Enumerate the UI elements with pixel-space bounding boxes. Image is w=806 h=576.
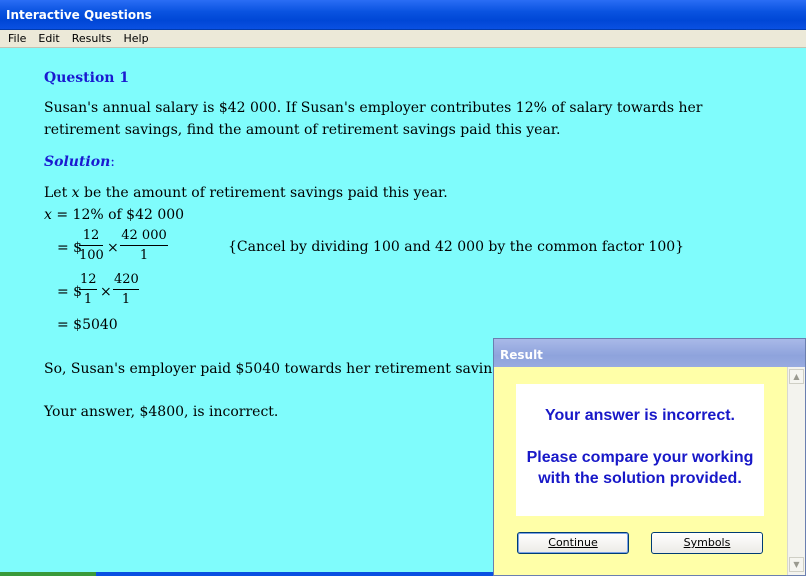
equation-rest: = 12% of $42 000 [51, 207, 185, 223]
solution-heading: Solution [44, 154, 111, 170]
scroll-down-icon[interactable]: ▼ [789, 557, 804, 572]
solution-heading-colon: : [110, 154, 115, 170]
result-message-compare-line2: with the solution provided. [538, 470, 742, 487]
taskbar-start-strip [0, 572, 96, 576]
menu-bar: File Edit Results Help [0, 30, 806, 48]
answer-feedback: Your answer, $4800, is incorrect. [44, 404, 279, 420]
step1-cancel-note: {Cancel by dividing 100 and 42 000 by th… [228, 239, 685, 255]
result-message-incorrect: Your answer is incorrect. [545, 407, 735, 424]
question-text-line2: retirement savings, find the amount of r… [44, 122, 561, 138]
step2-fraction-1-denominator: 1 [83, 292, 93, 307]
solution-let-line: Let x be the amount of retirement saving… [44, 184, 448, 202]
step1-fraction-2: 42 000 1 [120, 228, 168, 264]
menu-results[interactable]: Results [66, 31, 118, 47]
title-bar: Interactive Questions [0, 0, 806, 30]
continue-button[interactable]: Continue [517, 532, 629, 554]
solution-heading-row: Solution: [44, 153, 115, 171]
solution-equation-line: x = 12% of $42 000 [44, 206, 184, 224]
dialog-scrollbar[interactable]: ▲ ▼ [787, 367, 805, 575]
let-prefix: Let [44, 185, 72, 201]
step1-times-sign: × [107, 240, 119, 256]
question-text-line1: Susan's annual salary is $42 000. If Sus… [44, 100, 703, 116]
continue-button-label: Continue [548, 536, 598, 549]
result-dialog: Result ▲ ▼ Your answer is incorrect. Ple… [493, 338, 806, 576]
solution-conclusion: So, Susan's employer paid $5040 towards … [44, 361, 532, 377]
step2-fraction-2: 420 1 [113, 272, 139, 308]
step3-result: = $5040 [57, 317, 118, 333]
step1-fraction-1-denominator: 100 [79, 248, 104, 263]
scroll-up-icon[interactable]: ▲ [789, 369, 804, 384]
question-heading: Question 1 [44, 70, 130, 86]
step1-fraction-1: 12 100 [79, 228, 104, 264]
step1-fraction-1-numerator: 12 [79, 228, 103, 246]
step2-fraction-2-numerator: 420 [113, 272, 139, 290]
result-message-panel: Your answer is incorrect. Please compare… [516, 384, 764, 516]
let-variable: x [71, 185, 80, 201]
symbols-button[interactable]: Symbols [651, 532, 763, 554]
menu-help[interactable]: Help [117, 31, 154, 47]
dialog-title: Result [500, 348, 543, 362]
menu-file[interactable]: File [2, 31, 32, 47]
step1-fraction-2-numerator: 42 000 [120, 228, 168, 246]
step2-fraction-1: 12 1 [79, 272, 97, 308]
equation-variable: x [44, 207, 52, 223]
step1-fraction-2-denominator: 1 [139, 248, 149, 263]
symbols-button-label: Symbols [683, 536, 731, 549]
dialog-title-bar[interactable]: Result [494, 339, 805, 367]
step2-times-sign: × [100, 284, 112, 300]
result-message-compare-line1: Please compare your working [526, 449, 754, 466]
step2-fraction-1-numerator: 12 [79, 272, 97, 290]
let-suffix: be the amount of retirement savings paid… [79, 185, 448, 201]
menu-edit[interactable]: Edit [32, 31, 65, 47]
step2-fraction-2-denominator: 1 [121, 292, 131, 307]
window-title: Interactive Questions [6, 8, 152, 22]
